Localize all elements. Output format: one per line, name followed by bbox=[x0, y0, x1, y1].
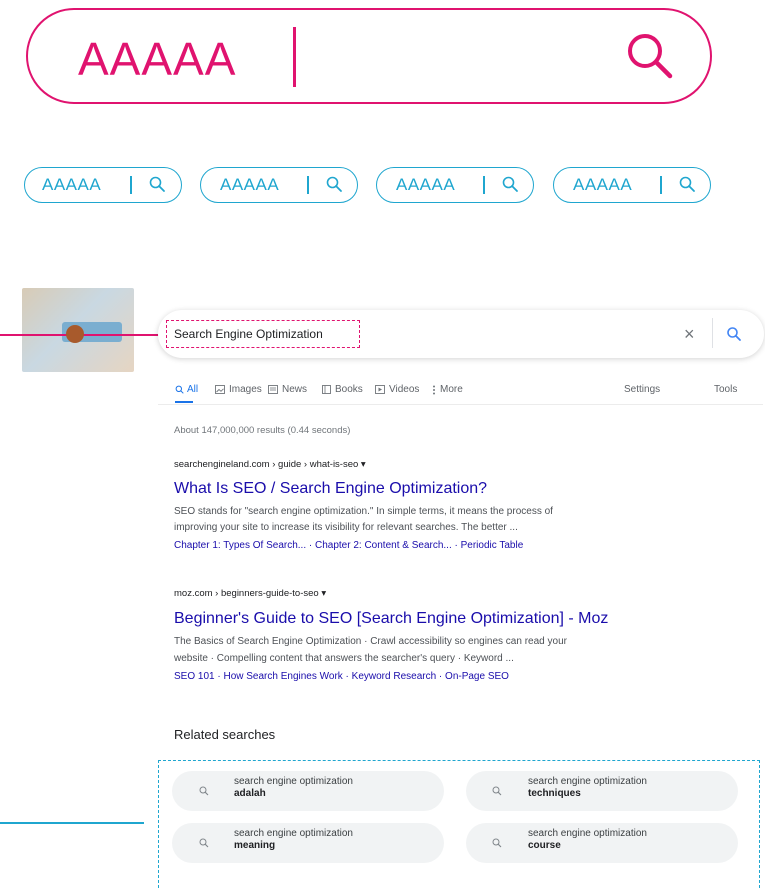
result-2-cite[interactable]: moz.com › beginners-guide-to-seo ▾ bbox=[174, 588, 326, 599]
result-1-snippet-line-2: improving your site to increase its visi… bbox=[174, 522, 518, 533]
pill-1-caret bbox=[130, 176, 132, 194]
related-chip-2-term: techniques bbox=[528, 788, 581, 799]
book-icon bbox=[322, 385, 331, 394]
related-chip-3-prefix: search engine optimization bbox=[234, 828, 353, 839]
search-icon bbox=[199, 838, 209, 848]
tab-more[interactable]: More bbox=[440, 384, 463, 395]
hero-text-caret bbox=[293, 27, 296, 87]
clear-icon[interactable]: × bbox=[684, 324, 695, 344]
tab-books[interactable]: Books bbox=[335, 384, 363, 395]
result-2-snippet-line-1: The Basics of Search Engine Optimization… bbox=[174, 636, 567, 647]
search-query[interactable]: Search Engine Optimization bbox=[174, 327, 323, 341]
tab-images[interactable]: Images bbox=[229, 384, 262, 395]
search-icon[interactable] bbox=[624, 30, 676, 82]
tab-news[interactable]: News bbox=[282, 384, 307, 395]
pill-2-caret bbox=[307, 176, 309, 194]
result-1-sitelinks[interactable]: Chapter 1: Types Of Search... · Chapter … bbox=[174, 540, 523, 551]
result-stats: About 147,000,000 results (0.44 seconds) bbox=[174, 425, 351, 436]
related-chip-3-term: meaning bbox=[234, 840, 276, 851]
search-icon[interactable] bbox=[325, 175, 343, 193]
tools-link[interactable]: Tools bbox=[714, 384, 737, 395]
result-1-title[interactable]: What Is SEO / Search Engine Optimization… bbox=[174, 480, 487, 498]
tab-videos[interactable]: Videos bbox=[389, 384, 419, 395]
video-icon bbox=[375, 385, 385, 394]
related-chip-4-prefix: search engine optimization bbox=[528, 828, 647, 839]
divider bbox=[712, 318, 713, 348]
image-icon bbox=[215, 385, 225, 394]
result-2-sitelinks[interactable]: SEO 101 · How Search Engines Work · Keyw… bbox=[174, 671, 509, 682]
search-icon bbox=[492, 786, 502, 796]
search-pill-1-text: AAAAA bbox=[42, 175, 102, 194]
related-chip-1-term: adalah bbox=[234, 788, 266, 799]
search-icon[interactable] bbox=[726, 326, 742, 342]
search-icon bbox=[492, 838, 502, 848]
active-tab-indicator bbox=[175, 401, 193, 403]
search-icon[interactable] bbox=[501, 175, 519, 193]
search-pill-4-text: AAAAA bbox=[573, 175, 633, 194]
related-pointer-line bbox=[0, 822, 144, 824]
result-2-title[interactable]: Beginner's Guide to SEO [Search Engine O… bbox=[174, 610, 608, 628]
search-pill-2-text: AAAAA bbox=[220, 175, 280, 194]
tabs-divider bbox=[158, 404, 763, 405]
related-searches-heading: Related searches bbox=[174, 727, 276, 742]
search-icon[interactable] bbox=[678, 175, 696, 193]
result-2-snippet-line-2: website · Compelling content that answer… bbox=[174, 653, 514, 664]
pill-3-caret bbox=[483, 176, 485, 194]
tab-all[interactable]: All bbox=[187, 384, 198, 395]
search-small-icon bbox=[175, 385, 184, 394]
settings-link[interactable]: Settings bbox=[624, 384, 660, 395]
result-1-cite[interactable]: searchengineland.com › guide › what-is-s… bbox=[174, 459, 366, 470]
related-chip-4-term: course bbox=[528, 840, 561, 851]
news-icon bbox=[268, 385, 278, 394]
related-chip-2-prefix: search engine optimization bbox=[528, 776, 647, 787]
pill-4-caret bbox=[660, 176, 662, 194]
search-icon[interactable] bbox=[148, 175, 166, 193]
result-1-snippet-line-1: SEO stands for "search engine optimizati… bbox=[174, 506, 553, 517]
cursor-icon bbox=[66, 325, 84, 343]
hero-search-text: AAAAA bbox=[78, 33, 237, 85]
search-icon bbox=[199, 786, 209, 796]
more-vertical-icon bbox=[433, 385, 435, 395]
related-chip-1-prefix: search engine optimization bbox=[234, 776, 353, 787]
search-pill-3-text: AAAAA bbox=[396, 175, 456, 194]
